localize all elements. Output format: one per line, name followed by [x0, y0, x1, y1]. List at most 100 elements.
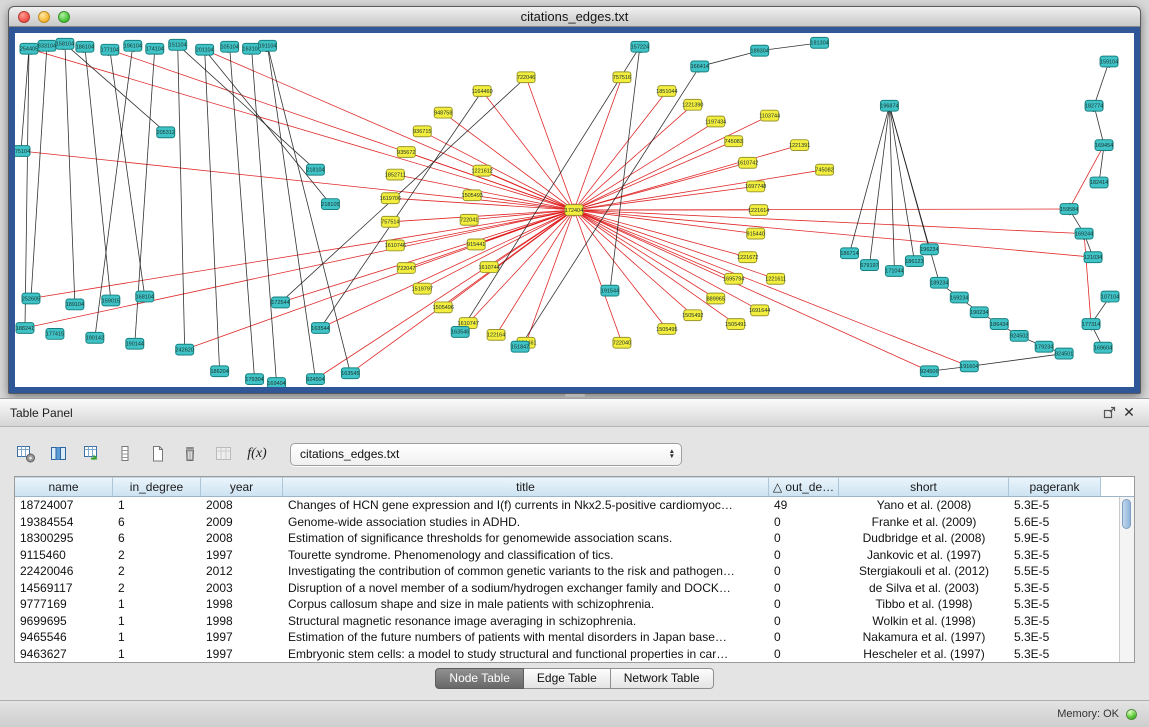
- graph-node[interactable]: 186714: [840, 248, 858, 259]
- graph-node[interactable]: 936715: [413, 126, 431, 137]
- table-row[interactable]: 977716911998Corpus callosum shape and si…: [15, 596, 1119, 613]
- graph-node[interactable]: 166414: [691, 61, 709, 72]
- graph-node[interactable]: 722041: [460, 214, 478, 225]
- graph-node[interactable]: 163104: [242, 43, 260, 54]
- graph-node[interactable]: 924504: [306, 374, 324, 385]
- graph-node[interactable]: 188241: [16, 323, 34, 334]
- column-header-short[interactable]: short: [839, 477, 1009, 496]
- graph-node[interactable]: 254405: [20, 43, 38, 54]
- column-header-pagerank[interactable]: pagerank: [1009, 477, 1101, 496]
- table-disabled-button[interactable]: [212, 442, 236, 466]
- graph-node[interactable]: 177104: [101, 44, 119, 55]
- graph-node[interactable]: 186104: [76, 41, 94, 52]
- graph-edge[interactable]: [85, 47, 111, 301]
- graph-node[interactable]: 179234: [1035, 341, 1053, 352]
- graph-node[interactable]: 169234: [950, 292, 968, 303]
- close-panel-button[interactable]: ✕: [1119, 404, 1139, 422]
- graph-edge[interactable]: [574, 210, 776, 279]
- graph-node[interactable]: 171044: [885, 266, 903, 277]
- scrollbar-thumb[interactable]: [1122, 499, 1131, 529]
- column-list-button[interactable]: [113, 442, 137, 466]
- graph-edge[interactable]: [574, 210, 667, 329]
- graph-node[interactable]: 1164460: [472, 86, 493, 97]
- graph-node[interactable]: 189104: [66, 299, 84, 310]
- graph-node[interactable]: 722040: [613, 337, 631, 348]
- graph-edge[interactable]: [205, 50, 220, 372]
- graph-node[interactable]: 159104: [1100, 56, 1118, 67]
- graph-edge[interactable]: [482, 91, 574, 210]
- graph-node[interactable]: 722047: [397, 263, 415, 274]
- close-window-button[interactable]: [18, 11, 30, 23]
- graph-edge[interactable]: [395, 175, 574, 210]
- delete-column-button[interactable]: [179, 442, 203, 466]
- column-header-title[interactable]: title: [283, 477, 769, 496]
- graph-node[interactable]: 218105: [321, 199, 339, 210]
- graph-node[interactable]: 169404: [267, 378, 285, 387]
- graph-node[interactable]: 169454: [1095, 140, 1113, 151]
- graph-node[interactable]: 177415: [46, 328, 64, 339]
- graph-node[interactable]: 177314: [1082, 319, 1100, 330]
- graph-edge[interactable]: [574, 210, 1084, 234]
- graph-node[interactable]: 1610742: [737, 157, 758, 168]
- function-builder-button[interactable]: f(x): [245, 442, 269, 466]
- graph-node[interactable]: 196104: [124, 40, 142, 51]
- graph-edge[interactable]: [969, 354, 1064, 367]
- graph-node[interactable]: 1610744: [478, 262, 499, 273]
- graph-edge[interactable]: [610, 47, 640, 291]
- graph-node[interactable]: 169604: [1094, 342, 1112, 353]
- graph-node[interactable]: 191104: [259, 40, 277, 51]
- graph-node[interactable]: 122164: [487, 329, 505, 340]
- graph-node[interactable]: 190142: [86, 332, 104, 343]
- graph-node[interactable]: 182774: [1085, 100, 1103, 111]
- table-row[interactable]: 1456911722003Disruption of a novel membe…: [15, 580, 1119, 597]
- graph-node[interactable]: 191544: [601, 285, 619, 296]
- graph-edge[interactable]: [422, 210, 574, 289]
- graph-node[interactable]: 1852711: [385, 169, 406, 180]
- graph-node[interactable]: 1221612: [471, 165, 492, 176]
- graph-node[interactable]: 121034: [1084, 252, 1102, 263]
- graph-node[interactable]: 889965: [707, 293, 725, 304]
- graph-node[interactable]: 1103744: [759, 110, 780, 121]
- graph-edge[interactable]: [574, 122, 716, 211]
- table-selector-dropdown[interactable]: citations_edges.txt ▲▼: [290, 443, 682, 466]
- graph-node[interactable]: 163546: [451, 327, 469, 338]
- graph-edge[interactable]: [574, 210, 1093, 257]
- graph-node[interactable]: 201104: [196, 44, 214, 55]
- graph-node[interactable]: 191604: [960, 361, 978, 372]
- graph-node[interactable]: 218104: [306, 164, 324, 175]
- network-window-titlebar[interactable]: citations_edges.txt: [9, 7, 1140, 27]
- graph-node[interactable]: 189234: [930, 277, 948, 288]
- graph-node[interactable]: 186204: [210, 366, 228, 377]
- graph-node[interactable]: 186123: [905, 256, 923, 267]
- table-row[interactable]: 946362711997Embryonic stem cells: a mode…: [15, 646, 1119, 663]
- graph-node[interactable]: 1505495: [656, 324, 677, 335]
- graph-node[interactable]: 181304: [810, 37, 828, 48]
- table-row[interactable]: 1872400712008Changes of HCN gene express…: [15, 497, 1119, 514]
- graph-node[interactable]: 1851044: [656, 86, 677, 97]
- graph-node[interactable]: 190144: [126, 338, 144, 349]
- zoom-window-button[interactable]: [58, 11, 70, 23]
- graph-node[interactable]: 745082: [815, 164, 833, 175]
- graph-node[interactable]: 205312: [157, 127, 175, 138]
- graph-node[interactable]: 242620: [176, 344, 194, 355]
- graph-node[interactable]: 168104: [136, 291, 154, 302]
- graph-node[interactable]: 1221614: [748, 205, 769, 216]
- graph-node[interactable]: 1610746: [385, 240, 406, 251]
- graph-edge[interactable]: [574, 209, 1069, 210]
- float-panel-button[interactable]: [1099, 404, 1119, 422]
- graph-node[interactable]: 172544: [271, 297, 289, 308]
- table-row[interactable]: 911546021997Tourette syndrome. Phenomeno…: [15, 547, 1119, 564]
- graph-edge[interactable]: [526, 210, 574, 343]
- graph-node[interactable]: 151104: [169, 39, 187, 50]
- table-row[interactable]: 946554611997Estimation of the future num…: [15, 629, 1119, 646]
- tab-edge-table[interactable]: Edge Table: [524, 668, 611, 689]
- show-columns-button[interactable]: [47, 442, 71, 466]
- new-document-button[interactable]: [146, 442, 170, 466]
- graph-node[interactable]: 679197: [860, 260, 878, 271]
- graph-node[interactable]: 196874: [880, 100, 898, 111]
- graph-edge[interactable]: [574, 145, 800, 210]
- graph-node[interactable]: 174104: [146, 43, 164, 54]
- tab-network-table[interactable]: Network Table: [611, 668, 714, 689]
- graph-node[interactable]: 1197434: [705, 116, 726, 127]
- graph-edge[interactable]: [178, 45, 185, 350]
